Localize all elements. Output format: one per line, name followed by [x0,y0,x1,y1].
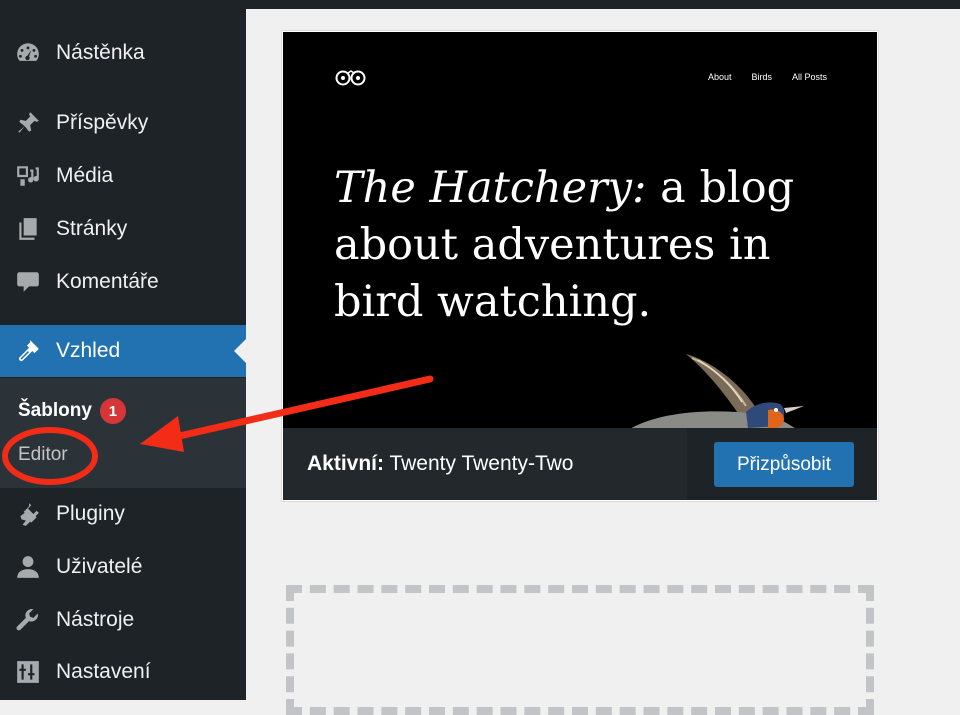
site-logo-icon [335,70,366,86]
sidebar-item-appearance[interactable]: Vzhled [0,325,246,377]
sidebar-item-posts[interactable]: Příspěvky [0,97,246,149]
sidebar-item-plugins[interactable]: Pluginy [0,488,246,540]
sidebar-item-label: Příspěvky [56,111,149,134]
sidebar-item-comments[interactable]: Komentáře [0,256,246,308]
bird-illustration [631,354,804,428]
theme-actions: Přizpůsobit [687,428,877,500]
pages-icon [14,215,42,243]
submenu-item-label: Editor [18,444,68,465]
submenu-item-editor[interactable]: Editor [18,444,68,466]
sidebar-item-label: Nastavení [56,660,151,683]
preview-nav-item: All Posts [791,72,827,82]
submenu-item-themes[interactable]: Šablony 1 [18,398,126,424]
sidebar-item-dashboard[interactable]: Nástěnka [0,27,246,79]
add-new-theme-tile[interactable] [286,585,874,715]
settings-sliders-icon [14,658,42,686]
user-icon [14,553,42,581]
sidebar-item-label: Komentáře [56,270,159,293]
preview-nav-item: About [707,72,732,82]
admin-bar [246,0,960,9]
preview-nav: About Birds All Posts [708,72,827,82]
dashboard-icon [14,39,42,67]
appearance-submenu: Šablony 1 Editor [0,378,246,488]
sidebar-item-label: Stránky [56,217,128,240]
wrench-icon [14,606,42,634]
active-theme-label: Aktivní: Twenty Twenty-Two [307,452,574,476]
sidebar-item-label: Vzhled [56,339,121,362]
sidebar-item-tools[interactable]: Nástroje [0,594,246,646]
sidebar-item-label: Nástroje [56,608,135,631]
sidebar-item-pages[interactable]: Stránky [0,203,246,255]
plugin-icon [14,500,42,528]
active-theme-card[interactable]: About Birds All Posts The Hatchery: a bl… [282,31,878,501]
sidebar-item-settings[interactable]: Nastavení [0,646,246,698]
sidebar-item-users[interactable]: Uživatelé [0,541,246,593]
customize-button[interactable]: Přizpůsobit [714,442,854,487]
preview-nav-item: Birds [751,72,772,82]
pin-icon [14,109,42,137]
theme-screenshot[interactable]: About Birds All Posts The Hatchery: a bl… [283,32,877,428]
comment-icon [14,268,42,296]
theme-card-footer: Aktivní: Twenty Twenty-Two Přizpůsobit [283,428,877,500]
appearance-brush-icon [14,337,42,365]
preview-heading-italic: The Hatchery: [334,163,647,213]
sidebar-item-label: Pluginy [56,502,125,525]
preview-heading: The Hatchery: a blog about adventures in… [334,160,814,331]
active-indicator [234,339,246,363]
sidebar-item-label: Média [56,164,114,187]
active-theme-name: Twenty Twenty-Two [384,452,574,475]
admin-sidebar: Nástěnka Příspěvky Média Stránky Komentá… [0,0,246,700]
sidebar-item-label: Nástěnka [56,41,145,64]
sidebar-item-label: Uživatelé [56,555,143,578]
update-count-badge: 1 [99,398,126,424]
sidebar-item-media[interactable]: Média [0,150,246,202]
media-icon [14,162,42,190]
submenu-item-label: Šablony [18,400,92,422]
active-prefix: Aktivní: [307,452,385,475]
